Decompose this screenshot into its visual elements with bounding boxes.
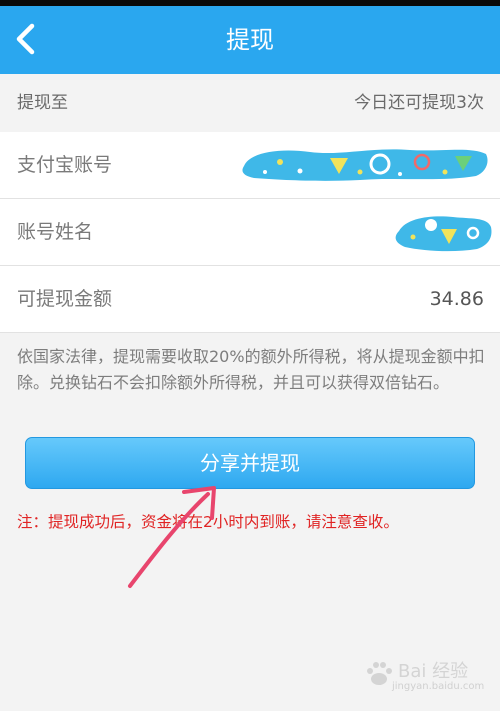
redacted-name-scribble — [395, 216, 492, 252]
share-and-withdraw-button[interactable]: 分享并提现 — [25, 437, 475, 489]
alipay-account-row: 支付宝账号 — [0, 132, 500, 199]
paw-logo-icon — [367, 662, 392, 685]
back-button[interactable] — [6, 16, 50, 62]
row-divider — [0, 332, 500, 333]
alipay-account-field[interactable] — [200, 132, 500, 198]
amount-label: 可提现金额 — [17, 288, 113, 310]
watermark-text: Bai 经验 — [398, 661, 469, 682]
page-title: 提现 — [226, 26, 274, 54]
account-name-label: 账号姓名 — [17, 221, 94, 243]
chevron-left-icon — [16, 23, 35, 55]
account-name-field[interactable] — [200, 199, 500, 265]
withdraw-to-label: 提现至 — [17, 93, 68, 113]
amount-row: 可提现金额 34.86 — [0, 266, 500, 333]
arrival-warning: 注：提现成功后，资金将在2小时内到账，请注意查收。 — [17, 513, 399, 531]
alipay-account-label: 支付宝账号 — [17, 154, 113, 176]
remaining-count-hint: 今日还可提现3次 — [354, 93, 484, 113]
nav-bar: 提现 — [0, 6, 500, 74]
redacted-account-scribble — [242, 149, 488, 181]
amount-value: 34.86 — [429, 288, 484, 310]
tax-notice: 依国家法律，提现需要收取20%的额外所得税，将从提现金额中扣除。兑换钻石不会扣除… — [17, 347, 485, 392]
withdraw-to-header: 提现至 今日还可提现3次 — [0, 74, 500, 132]
baidu-watermark: Bai 经验 jingyan.baidu.com — [362, 657, 484, 697]
account-name-row: 账号姓名 — [0, 199, 500, 266]
watermark-url: jingyan.baidu.com — [392, 681, 485, 692]
